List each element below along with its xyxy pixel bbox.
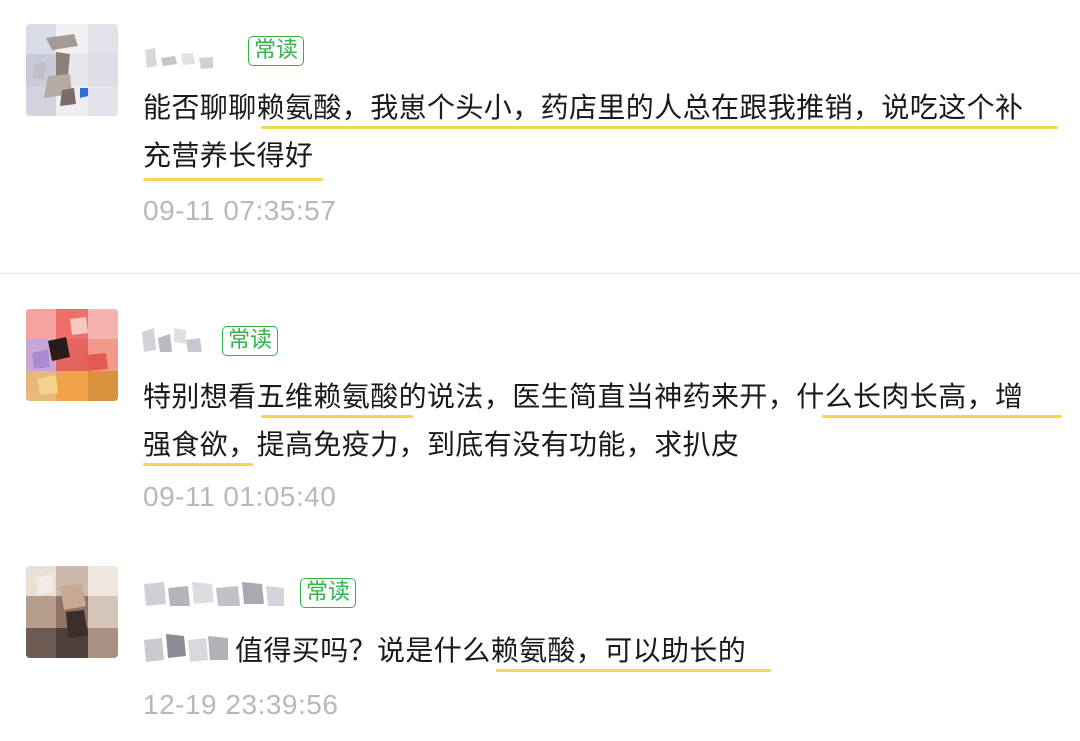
username-blurred[interactable] [140,322,204,360]
regular-reader-badge: 常读 [300,578,357,608]
mention-blurred[interactable] [142,630,232,670]
timestamp: 09-11 01:05:40 [143,481,337,512]
highlight-underline [143,178,323,181]
avatar[interactable] [26,309,118,401]
comment-text-line: 强食欲，提高免疫力，到底有没有功能，求扒皮 [143,428,740,461]
avatar[interactable] [26,566,118,658]
timestamp: 09-11 07:35:57 [143,195,337,226]
divider [0,273,1080,274]
comment-text-line: 值得买吗？说是什么赖氨酸，可以助长的 [235,634,747,667]
highlight-underline [143,463,253,466]
regular-reader-badge: 常读 [222,326,279,356]
highlight-underline [496,669,771,672]
highlight-underline [261,415,413,418]
comment-text-line: 能否聊聊赖氨酸，我崽个头小，药店里的人总在跟我推销，说吃这个补 [143,91,1024,124]
username-blurred[interactable] [143,44,219,76]
avatar[interactable] [26,24,118,116]
comment-text-line: 特别想看五维赖氨酸的说法，医生简直当神药来开，什么长肉长高，增 [143,380,1024,413]
highlight-underline [261,126,1058,129]
username-blurred[interactable] [142,576,288,614]
highlight-underline [822,415,1062,418]
regular-reader-badge: 常读 [248,36,305,66]
timestamp: 12-19 23:39:56 [143,689,339,720]
comment-text-line: 充营养长得好 [143,139,314,172]
